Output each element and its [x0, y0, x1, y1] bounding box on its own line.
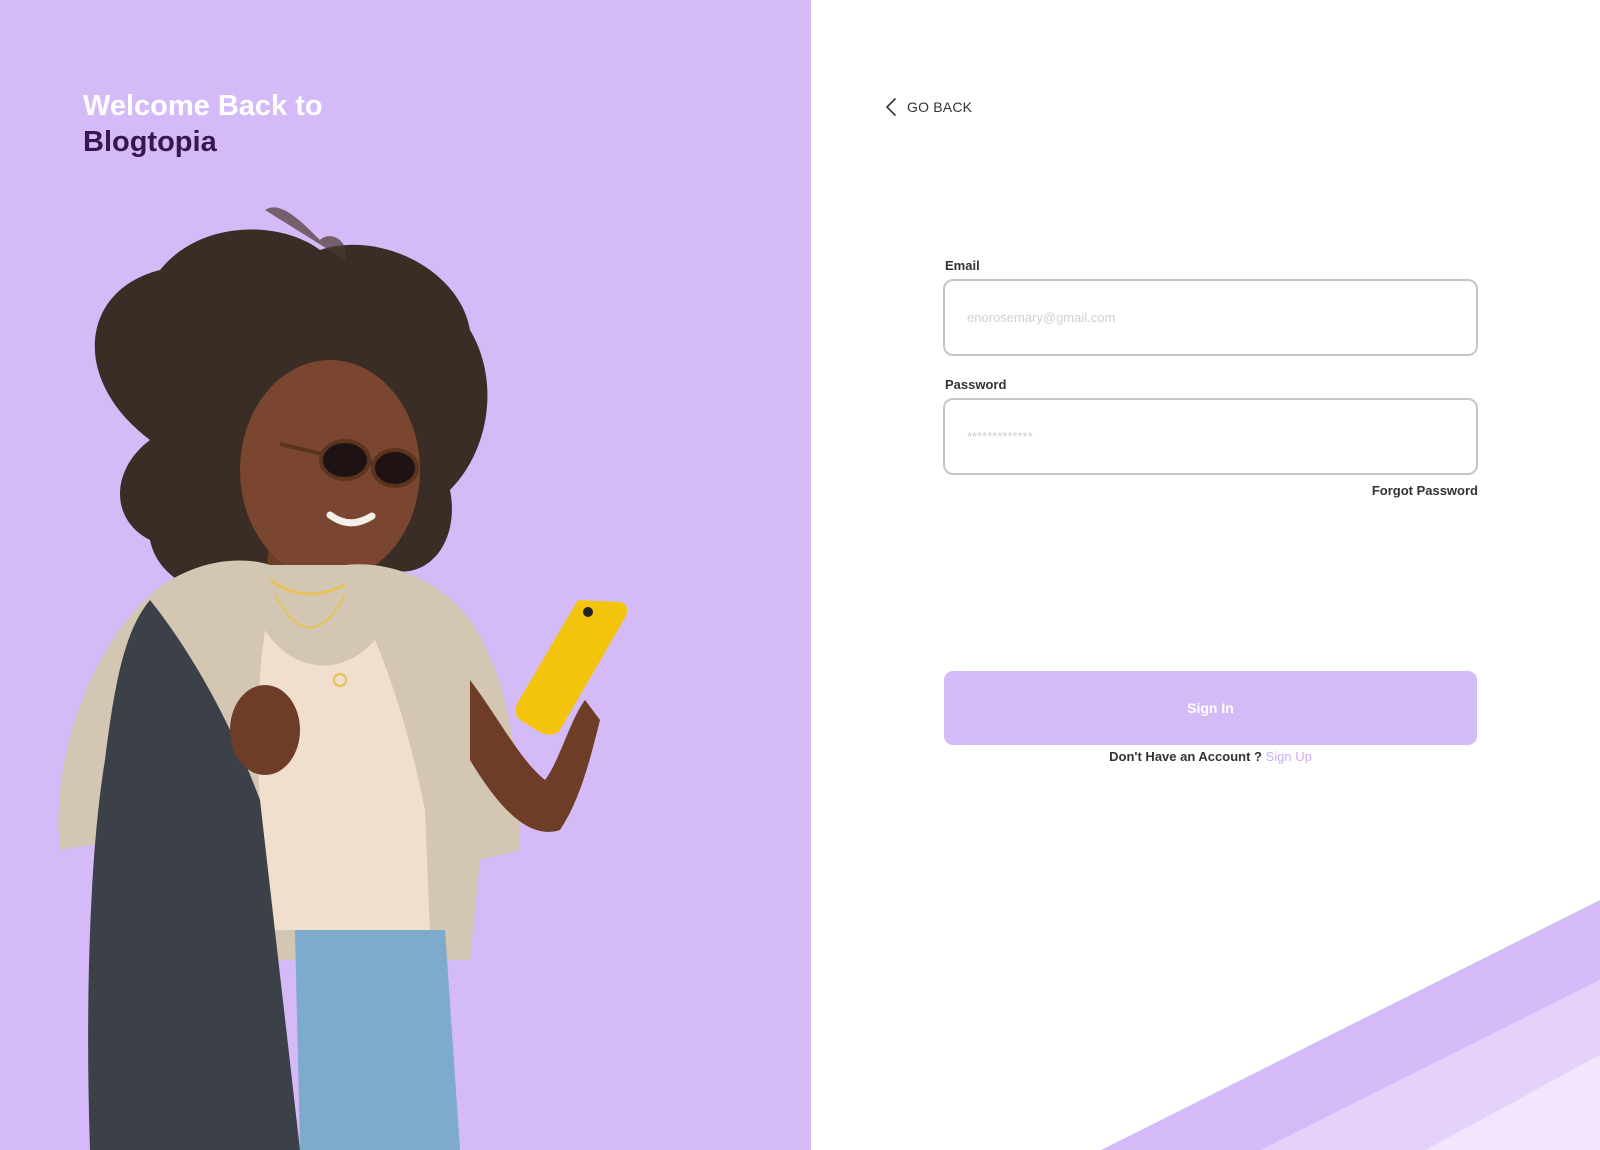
- hero-illustration: [58, 207, 628, 1150]
- welcome-heading: Welcome Back to Blogtopia: [83, 88, 323, 160]
- sign-up-link[interactable]: Sign Up: [1266, 749, 1312, 764]
- chevron-left-icon: [886, 98, 896, 116]
- email-label: Email: [945, 258, 980, 273]
- signup-prompt: Don't Have an Account ? Sign Up: [944, 749, 1477, 764]
- welcome-heading-line1: Welcome Back to: [83, 90, 323, 122]
- no-account-text: Don't Have an Account ?: [1109, 749, 1262, 764]
- welcome-panel: Welcome Back to Blogtopia: [0, 0, 811, 1150]
- signin-form: Email Password Forgot Password: [943, 258, 1478, 498]
- password-field[interactable]: [943, 398, 1478, 475]
- sign-in-button[interactable]: Sign In: [944, 671, 1477, 745]
- go-back-label: GO BACK: [907, 99, 973, 115]
- email-field[interactable]: [943, 279, 1478, 356]
- signin-panel: GO BACK Email Password Forgot Password S…: [811, 0, 1600, 1150]
- password-label: Password: [945, 377, 1007, 392]
- forgot-password-link[interactable]: Forgot Password: [943, 483, 1478, 498]
- welcome-heading-brand: Blogtopia: [83, 126, 217, 158]
- decorative-stripes: [1101, 900, 1600, 1150]
- go-back-button[interactable]: GO BACK: [885, 98, 972, 116]
